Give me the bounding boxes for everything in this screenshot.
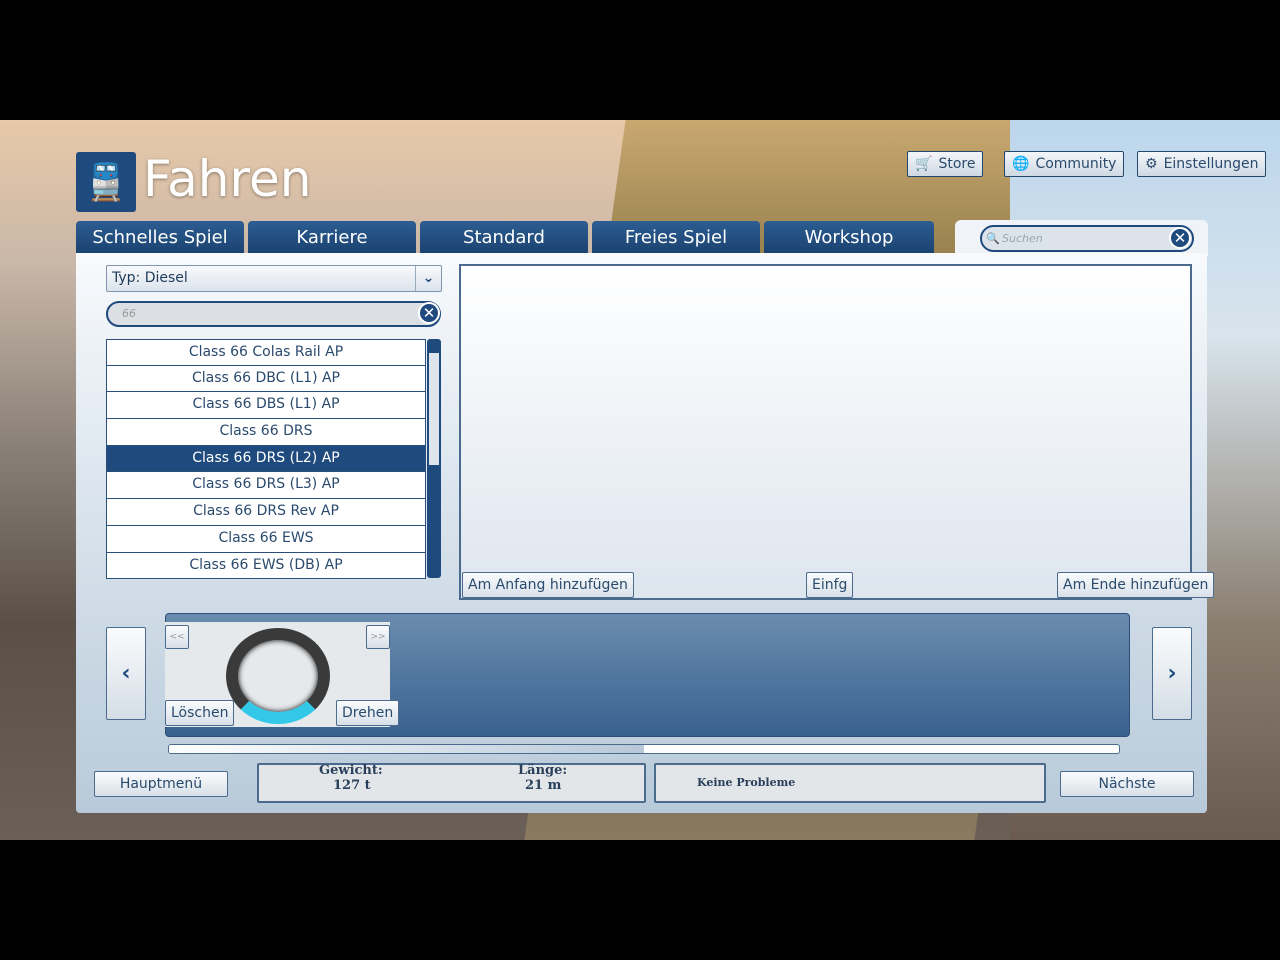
list-item-selected[interactable]: Class 66 DRS (L2) AP xyxy=(106,445,426,473)
search-icon: 🔍 xyxy=(986,232,1000,245)
globe-icon: 🌐 xyxy=(1012,156,1030,172)
scroll-thumb[interactable] xyxy=(429,353,439,465)
filter-input[interactable]: 66 ✕ xyxy=(106,301,441,327)
list-item[interactable]: Class 66 EWS xyxy=(106,525,426,553)
train-icon: 🚆 xyxy=(76,152,136,212)
chevron-left-icon: ‹ xyxy=(121,661,131,686)
main-menu-button[interactable]: Hauptmenü xyxy=(94,771,228,797)
tab-quick-game[interactable]: Schnelles Spiel xyxy=(76,221,244,254)
weight-value: 127 t xyxy=(333,778,371,793)
consist-info: Gewicht: 127 t Länge: 21 m xyxy=(257,763,646,803)
length-label: Länge: xyxy=(518,763,568,778)
tab-free-play[interactable]: Freies Spiel xyxy=(592,221,760,254)
tab-standard[interactable]: Standard xyxy=(420,221,588,254)
list-item[interactable]: Class 66 EWS (DB) AP xyxy=(106,552,426,580)
status-box: Keine Probleme xyxy=(654,763,1046,803)
store-button[interactable]: 🛒 Store xyxy=(907,151,984,177)
clear-search-icon[interactable]: ✕ xyxy=(1169,227,1191,249)
vehicle-preview xyxy=(459,264,1192,600)
scroll-right-button[interactable]: › xyxy=(1152,627,1192,720)
delete-button[interactable]: Löschen xyxy=(165,700,235,726)
list-item[interactable]: Class 66 Colas Rail AP xyxy=(106,339,426,366)
cart-icon: 🛒 xyxy=(915,156,933,172)
list-item[interactable]: Class 66 DRS Rev AP xyxy=(106,499,426,526)
search-input[interactable]: 🔍 Suchen ✕ xyxy=(980,225,1194,252)
chevron-right-icon: › xyxy=(1167,661,1177,686)
add-end-button[interactable]: Am Ende hinzufügen xyxy=(1057,572,1215,598)
type-select-value: Typ: Diesel xyxy=(112,270,188,286)
next-button[interactable]: Nächste xyxy=(1060,771,1194,797)
list-item[interactable]: Class 66 DBC (L1) AP xyxy=(106,365,426,393)
community-label: Community xyxy=(1035,156,1117,172)
move-left-button[interactable]: << xyxy=(165,625,189,649)
clear-filter-icon[interactable]: ✕ xyxy=(418,302,440,324)
consist-scrollbar[interactable] xyxy=(168,744,1120,754)
vehicle-list: Class 66 Colas Rail AP Class 66 DBC (L1)… xyxy=(106,339,426,580)
length-value: 21 m xyxy=(525,778,562,793)
gear-icon: ⚙ xyxy=(1145,156,1158,172)
settings-button[interactable]: ⚙ Einstellungen xyxy=(1137,151,1267,177)
scroll-left-button[interactable]: ‹ xyxy=(106,627,146,720)
scrollbar-fill xyxy=(169,745,644,753)
list-item[interactable]: Class 66 DRS (L3) AP xyxy=(106,472,426,500)
settings-label: Einstellungen xyxy=(1163,156,1259,172)
chevron-down-icon: ⌄ xyxy=(415,266,441,291)
search-placeholder: Suchen xyxy=(1002,232,1043,245)
list-item[interactable]: Class 66 DRS xyxy=(106,419,426,446)
insert-button[interactable]: Einfg xyxy=(806,572,854,598)
page-title: Fahren xyxy=(143,150,312,208)
move-right-button[interactable]: >> xyxy=(366,625,390,649)
community-button[interactable]: 🌐 Community xyxy=(1004,151,1125,177)
list-item[interactable]: Class 66 DBS (L1) AP xyxy=(106,392,426,420)
type-select[interactable]: Typ: Diesel ⌄ xyxy=(106,265,442,292)
filter-value: 66 xyxy=(122,307,136,320)
tab-workshop[interactable]: Workshop xyxy=(764,221,934,254)
loading-ring-icon xyxy=(226,628,330,724)
weight-label: Gewicht: xyxy=(319,763,383,778)
status-text: Keine Probleme xyxy=(697,776,796,789)
tab-career[interactable]: Karriere xyxy=(248,221,416,254)
store-label: Store xyxy=(938,156,976,172)
rotate-button[interactable]: Drehen xyxy=(336,700,400,726)
add-start-button[interactable]: Am Anfang hinzufügen xyxy=(462,572,634,598)
list-scrollbar[interactable] xyxy=(427,339,441,578)
